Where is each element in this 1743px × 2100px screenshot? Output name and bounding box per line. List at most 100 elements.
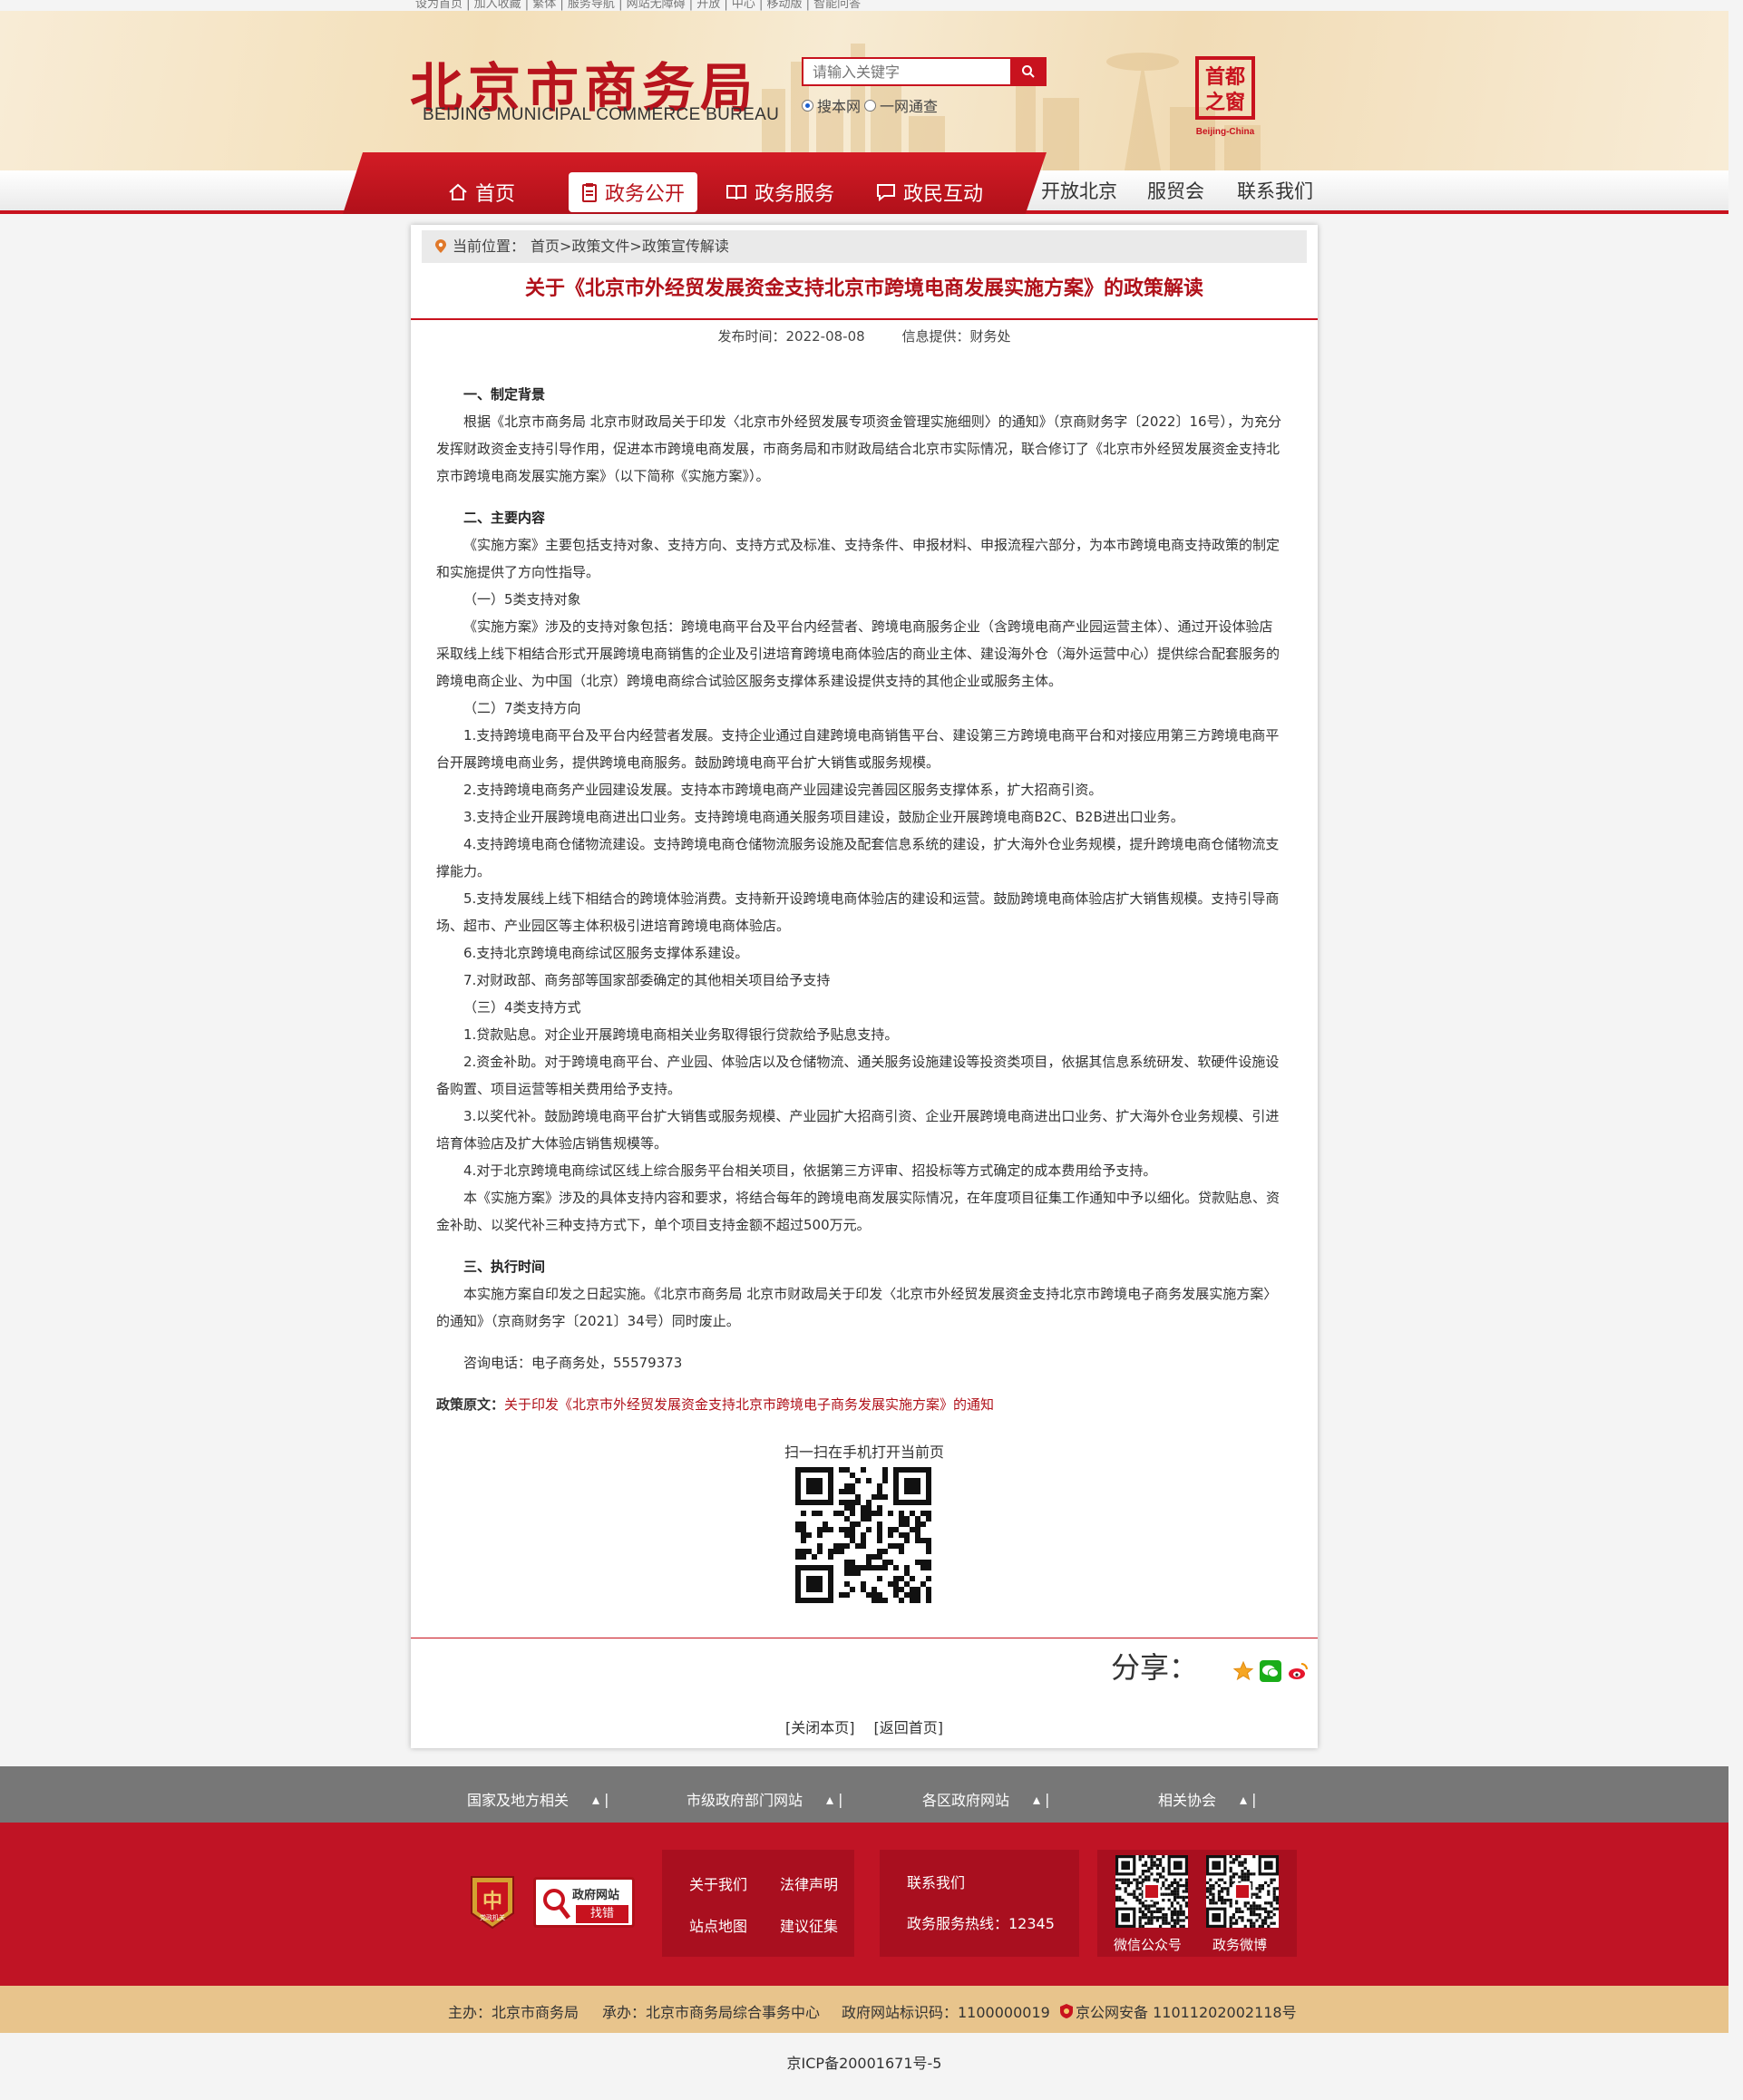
nav-gov-affairs[interactable]: 政务公开 <box>569 172 698 212</box>
footer-district-label: 各区政府网站 <box>922 1792 1010 1809</box>
article-paragraph: 3.支持企业开展跨境电商进出口业务。支持跨境电商通关服务项目建设，鼓励企业开展跨… <box>463 809 1184 825</box>
wechat-qr-code <box>1115 1855 1188 1928</box>
article-paragraph: （二）7类支持方向 <box>463 700 581 716</box>
article-paragraph: 《实施方案》主要包括支持对象、支持方向、支持方式及标准、支持条件、申报材料、申报… <box>436 537 1280 580</box>
breadcrumb-prefix: 当前位置： <box>453 238 526 255</box>
wechat-qr-label: 微信公众号 <box>1114 1937 1183 1953</box>
bottom-links: [关闭本页] [返回首页] <box>411 1716 1318 1737</box>
footer-police-record[interactable]: 京公网安备 11011202002118号 <box>1059 2000 1297 2022</box>
nav-ciftis[interactable]: 服贸会 <box>1147 177 1204 204</box>
svg-text:中: 中 <box>482 1890 502 1913</box>
article-paragraph: 7.对财政部、商务部等国家部委确定的其他相关项目给予支持 <box>463 972 831 988</box>
scope-all-radio[interactable] <box>864 99 877 112</box>
footer-suggestions[interactable]: 建议征集 <box>780 1914 838 1936</box>
nav-interaction[interactable]: 政民互动 <box>876 172 983 212</box>
triangle-up-icon: ▴ | <box>592 1790 609 1808</box>
footer-contact-title[interactable]: 联系我们 <box>907 1871 965 1892</box>
article-paragraph: 本实施方案自印发之日起实施。《北京市商务局 北京市财政局关于印发〈北京市外经贸发… <box>436 1286 1278 1329</box>
footer-association-label: 相关协会 <box>1158 1792 1217 1809</box>
site-header: 北京市商务局 BEIJING MUNICIPAL COMMERCE BUREAU… <box>0 11 1728 170</box>
favorite-star-icon[interactable] <box>1232 1660 1254 1682</box>
footer-national-links[interactable]: 国家及地方相关 ▴ | <box>467 1788 609 1810</box>
footer-police-text: 京公网安备 11011202002118号 <box>1076 2004 1297 2021</box>
search-icon <box>1022 65 1035 78</box>
gov-site-error-report[interactable]: 政府网站 找错 <box>533 1877 635 1928</box>
search-input[interactable] <box>802 57 1012 86</box>
article-title: 关于《北京市外经贸发展资金支持北京市跨境电商发展实施方案》的政策解读 <box>524 277 1203 300</box>
article-paragraph: 1.贷款贴息。对企业开展跨境电商相关业务取得银行贷款给予贴息支持。 <box>463 1026 899 1043</box>
weibo-icon[interactable] <box>1287 1660 1309 1682</box>
title-divider <box>411 318 1318 320</box>
article-paragraph: 1.支持跨境电商平台及平台内经营者发展。支持企业通过自建跨境电商销售平台、建设第… <box>436 727 1280 771</box>
seal-en: Beijing-China <box>1196 127 1255 137</box>
footer-about[interactable]: 关于我们 <box>689 1872 747 1894</box>
footer-municipal-label: 市级政府部门网站 <box>686 1792 803 1809</box>
footer-icp[interactable]: 京ICP备20001671号-5 <box>0 2051 1728 2073</box>
share-icons <box>1232 1660 1309 1682</box>
footer-national-label: 国家及地方相关 <box>467 1792 570 1809</box>
footer-site-code: 政府网站标识码：1100000019 <box>842 2004 1050 2021</box>
scope-all-label[interactable]: 一网通查 <box>880 94 938 116</box>
footer-association-links[interactable]: 相关协会 ▴ | <box>1158 1788 1257 1810</box>
share-label: 分享： <box>1111 1650 1199 1685</box>
triangle-up-icon: ▴ | <box>826 1790 843 1808</box>
scope-site-radio[interactable] <box>802 99 813 112</box>
article-paragraph: 3.以奖代补。鼓励跨境电商平台扩大销售或服务规模、产业园扩大招商引资、企业开展跨… <box>436 1108 1280 1152</box>
nav-home-label: 首页 <box>475 183 516 206</box>
weibo-qr-code <box>1206 1855 1279 1928</box>
party-gov-emblem[interactable]: 中 党政机关 <box>468 1873 517 1931</box>
weibo-qr-label: 政务微博 <box>1212 1937 1268 1953</box>
footer-sitemap[interactable]: 站点地图 <box>689 1914 747 1936</box>
nav-gov-affairs-label: 政务公开 <box>605 183 686 206</box>
footer-hotline: 政务服务热线：12345 <box>907 1915 1055 1932</box>
svg-text:首都: 首都 <box>1205 65 1245 89</box>
site-logo-en: BEIJING MUNICIPAL COMMERCE BUREAU <box>423 105 780 124</box>
back-home-link[interactable]: [返回首页] <box>874 1719 944 1736</box>
section-heading: 二、主要内容 <box>463 510 546 526</box>
police-badge-icon <box>1060 2004 1073 2018</box>
location-icon <box>435 239 446 253</box>
breadcrumb-path[interactable]: 首页>政策文件>政策宣传解读 <box>531 230 729 263</box>
article-paragraph: 4.对于北京跨境电商综试区线上综合服务平台相关项目，依据第三方评审、招投标等方式… <box>463 1162 1157 1179</box>
footer-links-bar <box>0 1766 1728 1823</box>
nav-gov-services[interactable]: 政务服务 <box>725 172 834 212</box>
footer-main <box>0 1823 1728 1986</box>
article-meta: 发布时间：2022-08-08 信息提供：财务处 <box>411 326 1318 345</box>
article-paragraph: 2.支持跨境电商务产业园建设发展。支持本市跨境电商产业园建设完善园区服务支撑体系… <box>463 782 1103 798</box>
close-page-link[interactable]: [关闭本页] <box>785 1719 855 1736</box>
magnifier-icon <box>543 1889 570 1920</box>
footer-district-links[interactable]: 各区政府网站 ▴ | <box>922 1788 1050 1810</box>
section-heading: 一、制定背景 <box>463 386 546 403</box>
page-qr-code <box>795 1467 931 1603</box>
article-paragraph: 5.支持发展线上线下相结合的跨境体验消费。支持新开设跨境电商体验店的建设和运营。… <box>436 890 1280 934</box>
zhaocuo-bottom: 找错 <box>576 1905 628 1923</box>
nav-contact[interactable]: 联系我们 <box>1237 177 1313 204</box>
capital-window-seal[interactable]: 首都 之窗 Beijing-China <box>1190 56 1261 140</box>
article-paragraph: 6.支持北京跨境电商综试区服务支撑体系建设。 <box>463 945 749 961</box>
zhaocuo-top: 政府网站 <box>572 1889 620 1902</box>
article-paragraphs: 一、制定背景根据《北京市商务局 北京市财政局关于印发〈北京市外经贸发展专项资金管… <box>436 381 1283 1376</box>
nav-open-beijing[interactable]: 开放北京 <box>1041 177 1117 204</box>
policy-label: 政策原文： <box>436 1396 505 1413</box>
clipboard-icon <box>582 183 597 202</box>
nav-home[interactable]: 首页 <box>448 172 515 212</box>
article-paragraph: 根据《北京市商务局 北京市财政局关于印发〈北京市外经贸发展专项资金管理实施细则〉… <box>436 413 1282 484</box>
nav-gov-services-label: 政务服务 <box>755 183 835 206</box>
scope-site-label[interactable]: 搜本网 <box>817 94 861 116</box>
svg-text:之窗: 之窗 <box>1205 91 1245 114</box>
article-paragraph: 4.支持跨境电商仓储物流建设。支持跨境电商仓储物流服务设施及配套信息系统的建设，… <box>436 836 1280 880</box>
section-heading: 三、执行时间 <box>463 1259 546 1275</box>
triangle-up-icon: ▴ | <box>1240 1790 1257 1808</box>
policy-original: 政策原文：关于印发《北京市外经贸发展资金支持北京市跨境电子商务发展实施方案》的通… <box>436 1391 1283 1418</box>
top-links[interactable]: 设为首页 | 加入收藏 | 繁体 | 服务导航 | 网站无障碍 | 开放 | 中… <box>415 0 861 11</box>
wechat-icon[interactable] <box>1260 1660 1281 1682</box>
footer-legal[interactable]: 法律声明 <box>780 1872 838 1894</box>
policy-link[interactable]: 关于印发《北京市外经贸发展资金支持北京市跨境电子商务发展实施方案》的通知 <box>504 1396 994 1413</box>
qr-caption: 扫一扫在手机打开当前页 <box>784 1444 944 1461</box>
footer-contact-box <box>880 1850 1079 1957</box>
search-button[interactable] <box>1010 57 1047 86</box>
footer-municipal-links[interactable]: 市级政府部门网站 ▴ | <box>686 1788 843 1810</box>
book-icon <box>726 185 746 200</box>
chat-icon <box>877 184 895 201</box>
article-paragraph: （三）4类支持方式 <box>463 999 581 1016</box>
